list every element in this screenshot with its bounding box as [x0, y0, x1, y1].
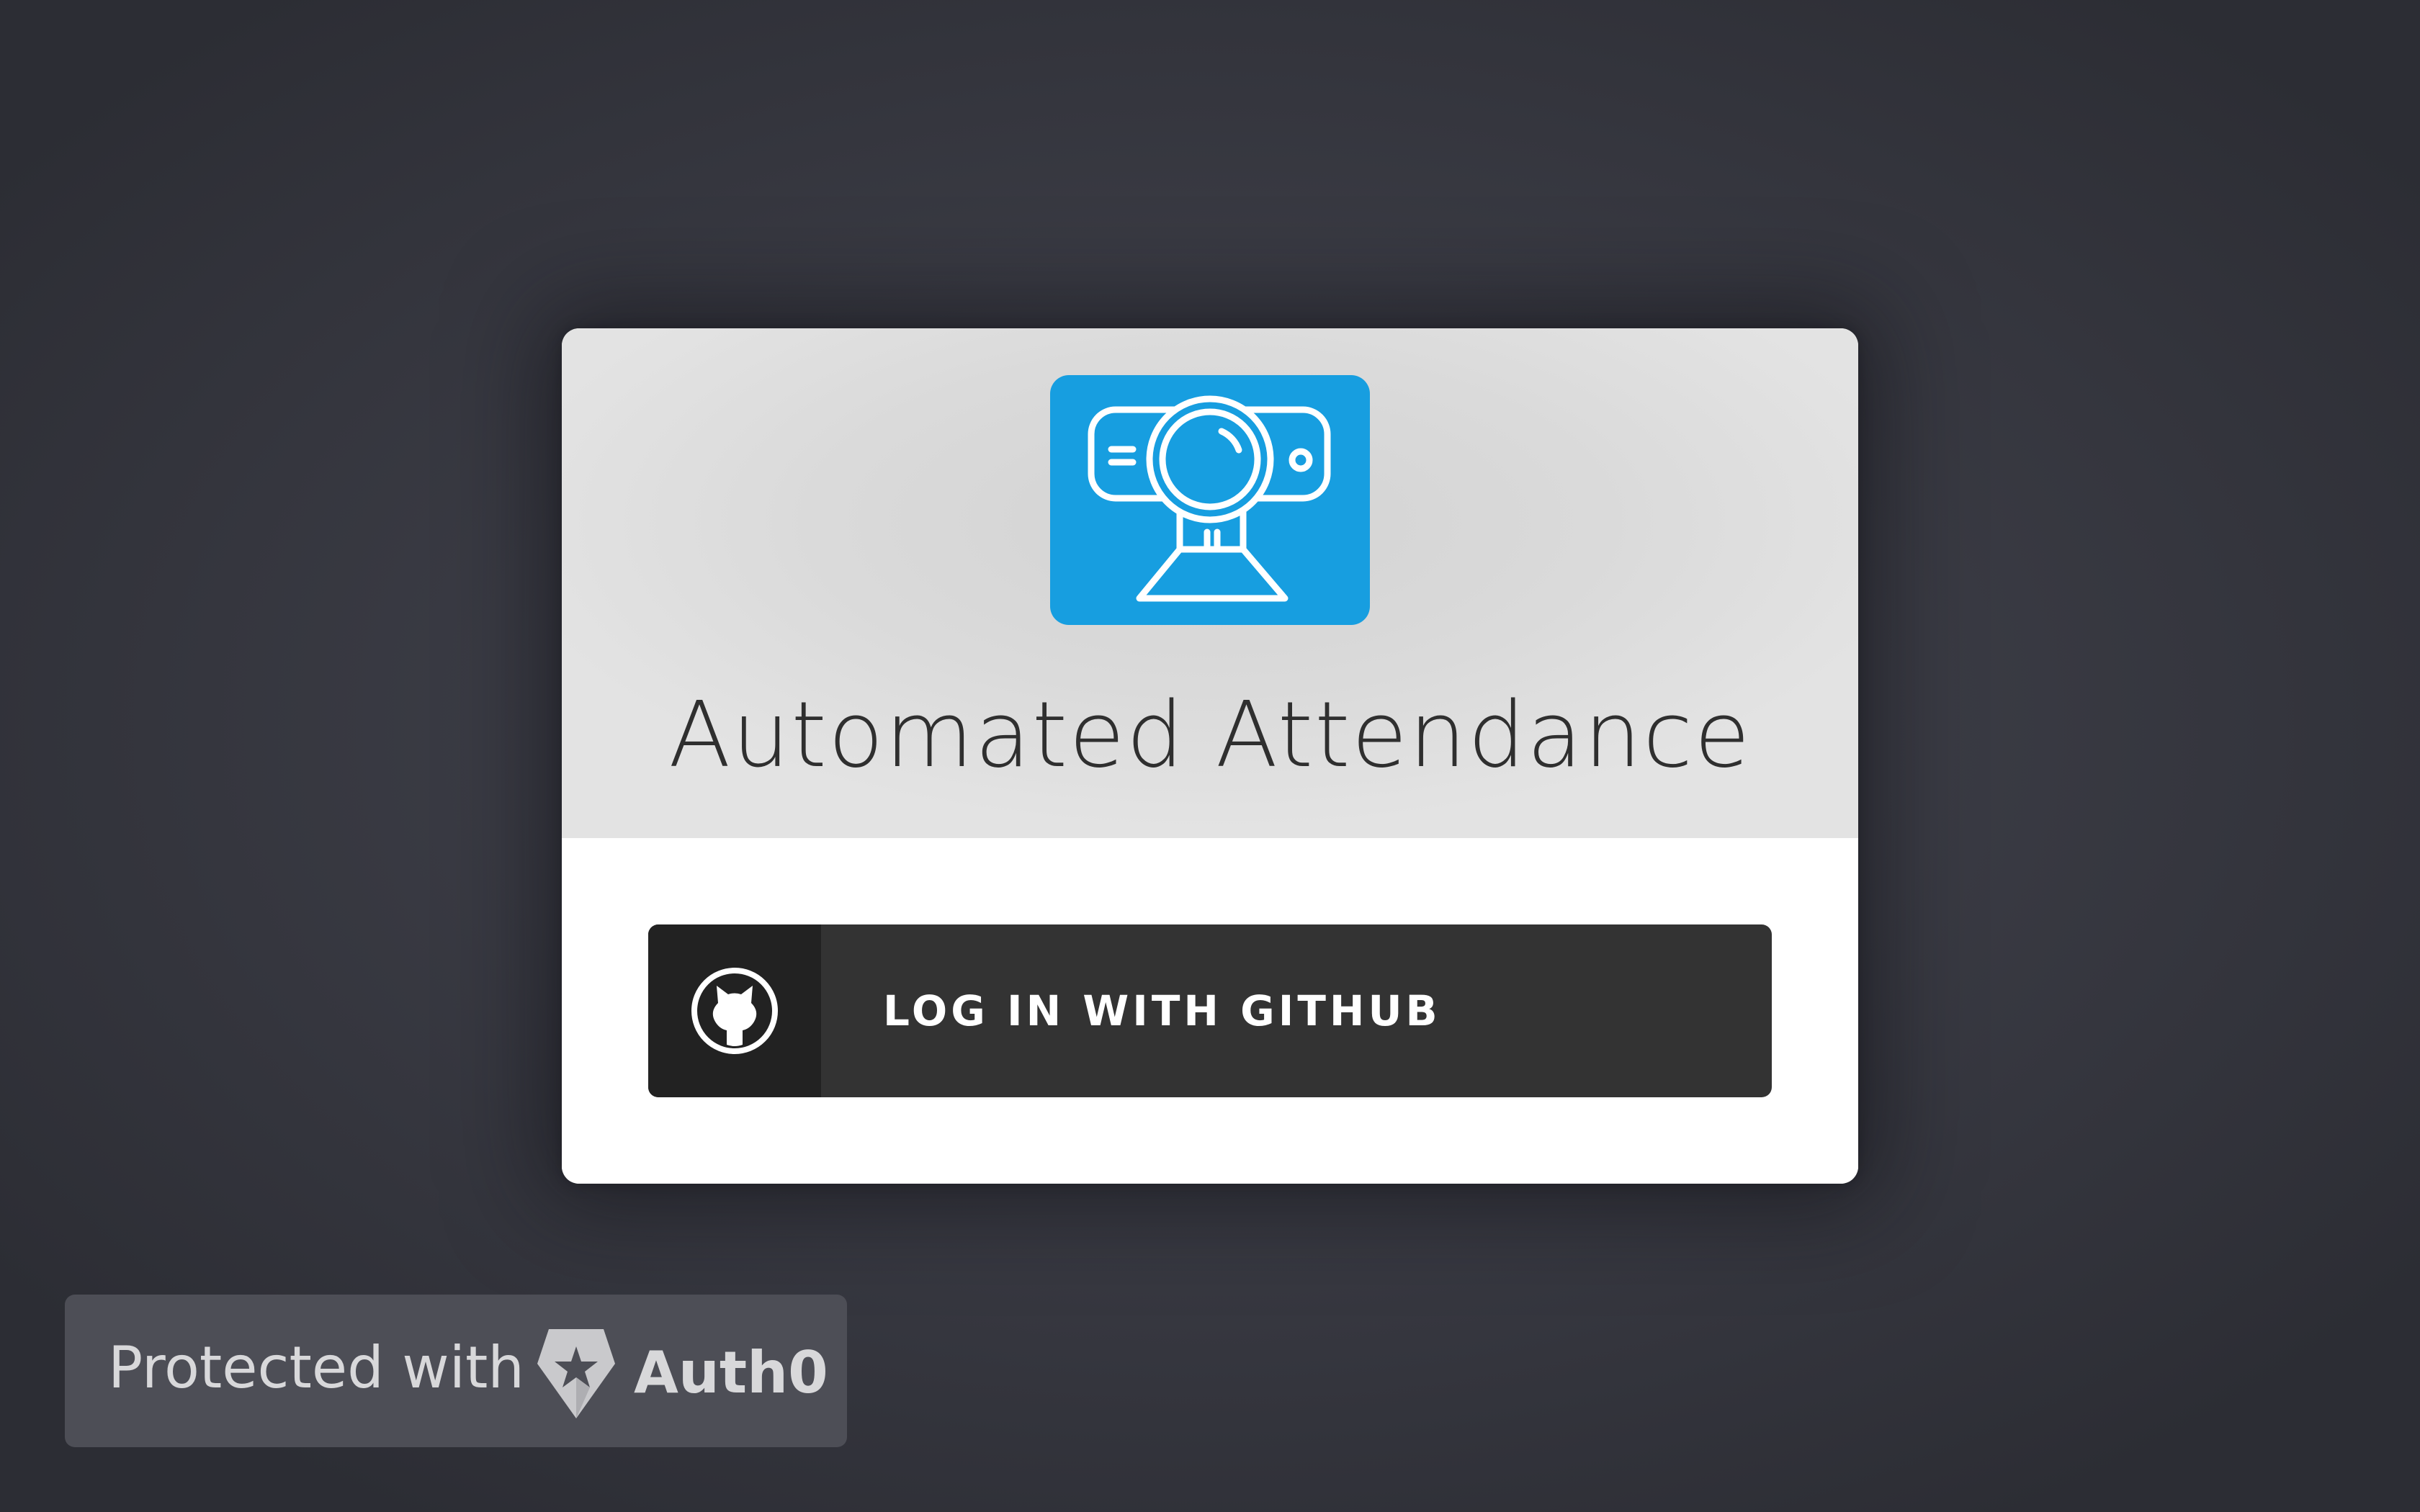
card-header: Automated Attendance	[562, 328, 1858, 838]
auth0-badge[interactable]: Protected with Auth0	[65, 1295, 847, 1447]
github-icon-container	[648, 924, 821, 1097]
badge-text: Protected with	[108, 1334, 525, 1401]
github-icon	[691, 968, 778, 1054]
login-card: Automated Attendance LOG IN WITH GITHUB	[562, 328, 1858, 1184]
card-body: LOG IN WITH GITHUB	[562, 838, 1858, 1184]
auth0-shield-icon	[537, 1329, 615, 1418]
app-logo	[1050, 375, 1370, 625]
page-title: Automated Attendance	[668, 682, 1752, 788]
login-button-label: LOG IN WITH GITHUB	[883, 986, 1441, 1035]
auth0-brand: Auth0	[634, 1339, 828, 1406]
webcam-icon	[1088, 395, 1331, 602]
login-with-github-button[interactable]: LOG IN WITH GITHUB	[648, 924, 1772, 1097]
